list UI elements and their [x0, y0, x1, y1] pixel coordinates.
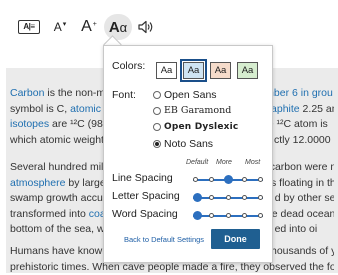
slider-stop[interactable] — [225, 195, 231, 200]
plus-icon: + — [92, 20, 97, 28]
color-option-green[interactable]: Aa — [237, 62, 258, 79]
spacing-col-more: More — [216, 159, 232, 166]
increase-text-size-button[interactable]: A + — [76, 14, 102, 40]
font-option-open-sans[interactable]: Open Sans — [153, 89, 217, 101]
color-option-blue[interactable]: Aa — [180, 59, 207, 82]
letter-spacing-slider[interactable] — [193, 193, 263, 203]
decrease-text-size-button[interactable]: A ▾ — [47, 14, 73, 40]
slider-thumb[interactable] — [223, 175, 233, 184]
slider-stop[interactable] — [193, 177, 198, 182]
text-settings-popup: Colors: Aa Aa Aa Aa Font: Open Sans EB G… — [103, 45, 273, 263]
font-option-noto-sans[interactable]: Noto Sans — [153, 138, 213, 150]
radio-icon — [153, 123, 161, 131]
slider-stop[interactable] — [209, 177, 215, 182]
word-spacing-label: Word Spacing — [112, 208, 178, 220]
colors-label: Colors: — [112, 60, 146, 72]
spacing-col-default: Default — [186, 159, 209, 166]
slider-stop[interactable] — [241, 213, 247, 218]
color-option-white[interactable]: Aa — [156, 62, 177, 79]
link-atmosphere[interactable]: atmosphere — [10, 177, 65, 189]
slider-stop[interactable] — [225, 213, 231, 218]
slider-stop[interactable] — [241, 177, 247, 182]
link-isotopes[interactable]: isotopes — [10, 118, 49, 130]
letter-spacing-label: Letter Spacing — [112, 190, 180, 202]
link-carbon[interactable]: Carbon — [10, 87, 44, 99]
immersive-reader-button[interactable]: A|≡ — [14, 14, 44, 40]
speaker-icon — [138, 20, 153, 34]
slider-stop[interactable] — [241, 195, 247, 200]
slider-thumb[interactable] — [193, 211, 202, 220]
word-spacing-slider[interactable] — [193, 211, 263, 221]
spacing-col-most: Most — [245, 159, 261, 166]
text-settings-label-small: α — [119, 19, 128, 35]
text-settings-label: A — [108, 18, 120, 36]
done-button[interactable]: Done — [211, 229, 260, 249]
font-option-eb-garamond[interactable]: EB Garamond — [153, 105, 231, 116]
reader-icon: A|≡ — [18, 20, 40, 34]
text-size-label: A — [81, 18, 92, 35]
line-spacing-label: Line Spacing — [112, 172, 173, 184]
read-aloud-button[interactable] — [134, 14, 158, 40]
text-size-label: A — [53, 20, 62, 34]
slider-stop[interactable] — [258, 213, 263, 218]
slider-stop[interactable] — [209, 213, 215, 218]
color-option-peach[interactable]: Aa — [210, 62, 231, 79]
back-to-default-button[interactable]: Back to Default Settings — [124, 235, 204, 244]
text-settings-button[interactable]: Aα — [104, 14, 132, 40]
slider-thumb[interactable] — [193, 193, 202, 202]
minus-icon: ▾ — [62, 21, 67, 28]
radio-icon — [153, 106, 161, 115]
slider-stop[interactable] — [209, 195, 215, 200]
radio-selected-icon — [153, 140, 161, 148]
line-spacing-slider[interactable] — [193, 175, 263, 185]
slider-stop[interactable] — [258, 195, 263, 200]
font-option-open-dyslexic[interactable]: Open Dyslexic — [153, 122, 238, 132]
radio-icon — [153, 91, 161, 99]
font-label: Font: — [112, 89, 136, 101]
slider-stop[interactable] — [258, 177, 263, 182]
